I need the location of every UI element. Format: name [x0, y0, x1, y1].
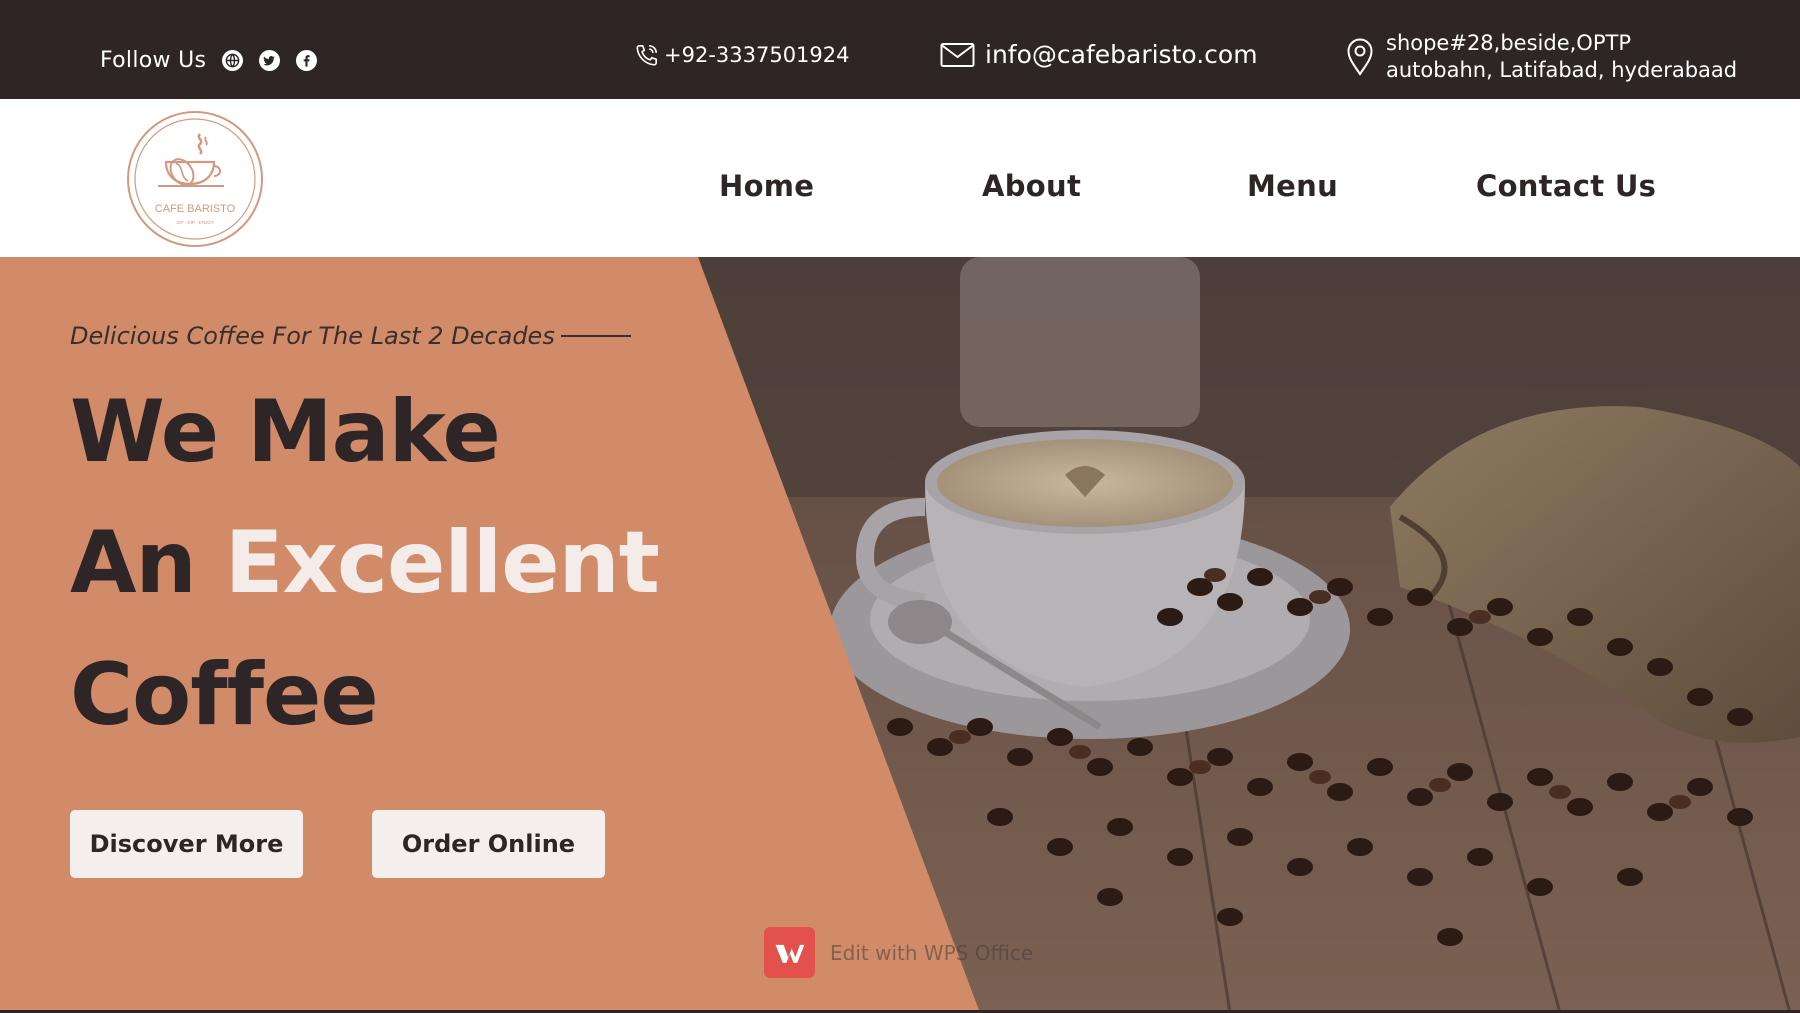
wps-watermark: Edit with WPS Office [764, 927, 1033, 978]
cafe-baristo-logo[interactable]: CAFE BARISTO SIP · DIP · ENJOY [126, 110, 264, 248]
nav-about[interactable]: About [982, 169, 1081, 203]
facebook-icon[interactable] [296, 50, 318, 71]
email-contact[interactable]: info@cafebaristo.com [940, 40, 1258, 69]
nav-contact-us[interactable]: Contact Us [1476, 169, 1656, 203]
phone-number: +92-3337501924 [664, 43, 850, 67]
follow-us-group: Follow Us [100, 48, 318, 73]
top-contact-bar: Follow Us +92-3337501924 info@cafebarist… [0, 0, 1800, 99]
nav-home[interactable]: Home [719, 169, 814, 203]
address-line-1: shope#28,beside,OPTP [1386, 31, 1631, 55]
hero-tagline: Delicious Coffee For The Last 2 Decades [70, 322, 631, 350]
headline-line-2-prefix: An [70, 513, 197, 613]
wps-logo-icon [764, 927, 815, 978]
discover-more-button[interactable]: Discover More [70, 810, 303, 878]
order-online-button[interactable]: Order Online [372, 810, 605, 878]
hero-section: Delicious Coffee For The Last 2 Decades … [0, 257, 1800, 1013]
phone-icon [636, 44, 658, 66]
logo-name: CAFE BARISTO [155, 203, 236, 215]
logo-tagline: SIP · DIP · ENJOY [176, 220, 214, 225]
map-pin-icon [1347, 38, 1373, 76]
email-address: info@cafebaristo.com [985, 40, 1258, 69]
headline-line-1: We Make [70, 382, 501, 482]
headline-line-3: Coffee [70, 645, 379, 745]
twitter-icon[interactable] [259, 50, 281, 71]
globe-icon[interactable] [222, 50, 244, 71]
phone-contact[interactable]: +92-3337501924 [634, 42, 850, 68]
headline-accent-word: Excellent [224, 513, 660, 613]
headline-line-2: An Excellent [70, 520, 660, 606]
address-line-2: autobahn, Latifabad, hyderabaad [1386, 58, 1738, 82]
tagline-divider [560, 335, 631, 337]
wps-watermark-text: Edit with WPS Office [830, 940, 1034, 965]
nav-menu[interactable]: Menu [1247, 169, 1338, 203]
address-text: shope#28,beside,OPTP autobahn, Latifabad… [1386, 30, 1737, 84]
hero-orange-panel [0, 257, 980, 1013]
follow-us-label: Follow Us [100, 48, 207, 73]
main-navbar: CAFE BARISTO SIP · DIP · ENJOY Home Abou… [0, 99, 1800, 257]
address-contact: shope#28,beside,OPTP autobahn, Latifabad… [1346, 30, 1737, 84]
envelope-icon [940, 42, 975, 67]
hero-tagline-text: Delicious Coffee For The Last 2 Decades [70, 322, 555, 350]
